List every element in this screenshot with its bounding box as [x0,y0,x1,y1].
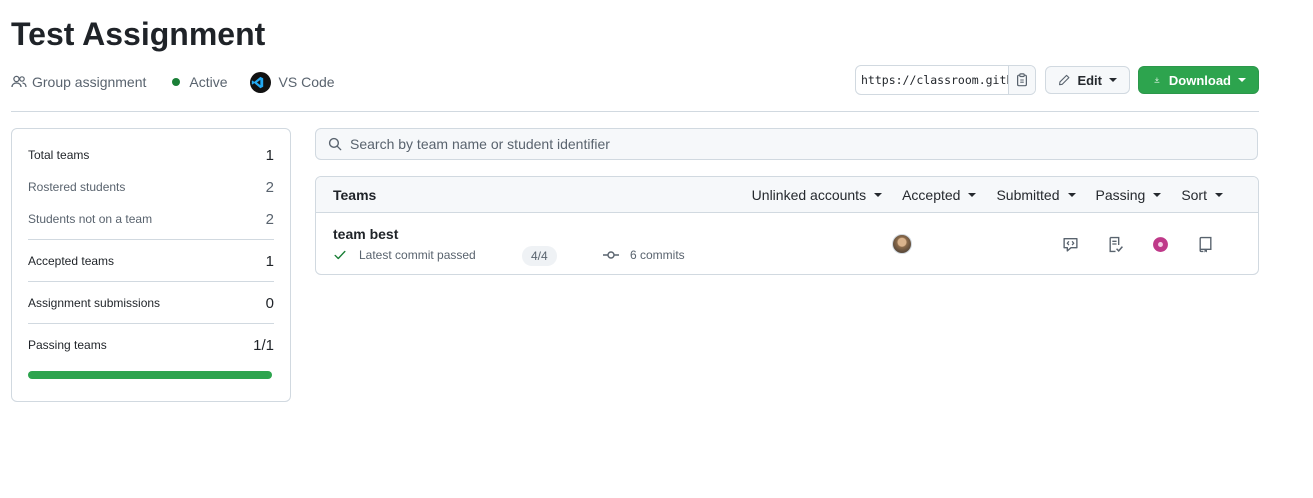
header-divider [11,111,1259,112]
filter-label: Submitted [996,187,1060,203]
download-button-label: Download [1168,72,1231,88]
filter-unlinked-accounts[interactable]: Unlinked accounts [751,187,883,203]
chevron-down-icon [1215,193,1223,197]
avatar[interactable] [892,234,912,254]
stat-label: Passing teams [28,338,107,352]
teams-table: Teams Unlinked accounts Accepted Submitt… [315,176,1259,275]
stat-value: 2 [265,210,274,228]
team-name-link[interactable]: team best [333,226,398,242]
stat-value: 0 [265,294,274,312]
chevron-down-icon [968,193,977,197]
team-search[interactable] [315,128,1258,160]
people-icon [11,75,27,88]
filter-label: Sort [1181,187,1207,203]
chevron-down-icon [1153,193,1162,197]
commit-status-label: Latest commit passed [359,248,476,262]
assignment-editor-label: VS Code [278,74,335,90]
pencil-icon [1059,74,1070,86]
commits-count: 6 commits [630,248,685,262]
search-icon [328,137,342,151]
filter-label: Passing [1095,187,1146,203]
team-commit-status: Latest commit passed [333,248,476,262]
assignment-status: Active [168,74,228,90]
chevron-down-icon [874,193,883,197]
git-commit-icon [603,251,619,259]
filter-label: Unlinked accounts [751,187,867,203]
stat-divider [28,239,274,240]
stat-rostered-students: Rostered students 2 [28,171,274,203]
table-row: team best Latest commit passed 4/4 6 com… [316,213,1258,274]
status-dot-icon [172,78,181,86]
chevron-down-icon [1109,78,1117,82]
download-button[interactable]: Download [1138,66,1259,94]
grade-icon[interactable] [1106,235,1124,253]
search-input[interactable] [350,136,1230,152]
stat-assignment-submissions: Assignment submissions 0 [28,287,274,319]
commits-link[interactable]: 6 commits [603,248,685,262]
stat-divider [28,323,274,324]
stat-value: 2 [265,178,274,196]
stat-label: Accepted teams [28,254,115,268]
check-icon [334,250,346,260]
clipboard-icon [1017,73,1027,87]
sort-menu[interactable]: Sort [1181,187,1223,203]
edit-button[interactable]: Edit [1045,66,1130,94]
stat-value: 1 [265,146,274,164]
stat-value: 1 [265,252,274,270]
assignment-type-label: Group assignment [32,74,147,90]
repository-icon[interactable] [1196,235,1214,253]
filter-submitted[interactable]: Submitted [996,187,1076,203]
assignment-status-label: Active [189,74,228,90]
stat-total-teams: Total teams 1 [28,139,274,171]
chevron-down-icon [1238,78,1246,82]
chevron-down-icon [1067,193,1076,197]
page-title: Test Assignment [11,16,266,52]
stat-accepted-teams: Accepted teams 1 [28,245,274,277]
download-icon [1154,77,1160,83]
assignment-actions: https://classroom.github.com/a/ Edit Dow… [855,65,1259,95]
feedback-icon[interactable] [1061,235,1079,253]
filter-accepted[interactable]: Accepted [902,187,977,203]
stat-value: 1/1 [253,336,274,354]
passing-teams-progress-bar [28,371,272,379]
assignment-editor: VS Code [249,71,335,93]
teams-table-header: Teams Unlinked accounts Accepted Submitt… [316,177,1258,213]
table-filters: Unlinked accounts Accepted Submitted Pas… [732,177,1223,213]
filter-label: Accepted [902,187,961,203]
assignment-type: Group assignment [11,74,146,90]
stat-divider [28,281,274,282]
tests-passed-badge: 4/4 [522,246,557,266]
invite-link-field[interactable]: https://classroom.github.com/a/ [855,65,1036,95]
stat-passing-teams: Passing teams 1/1 [28,329,274,361]
copy-invite-link-button[interactable] [1008,66,1035,94]
teams-table-title: Teams [333,186,377,203]
assignment-meta: Group assignment Active VS Code [11,71,357,93]
assignment-stats-panel: Total teams 1 Rostered students 2 Studen… [11,128,291,402]
stat-label: Assignment submissions [28,296,161,310]
invite-link-text[interactable]: https://classroom.github.com/a/ [856,73,1008,87]
stat-label: Students not on a team [28,212,153,226]
edit-button-label: Edit [1077,72,1102,88]
filter-passing[interactable]: Passing [1096,187,1162,203]
submission-status-icon[interactable] [1151,235,1169,253]
stat-students-not-on-team: Students not on a team 2 [28,203,274,235]
stat-label: Total teams [28,148,90,162]
stat-label: Rostered students [28,180,126,194]
vscode-icon [249,71,271,93]
